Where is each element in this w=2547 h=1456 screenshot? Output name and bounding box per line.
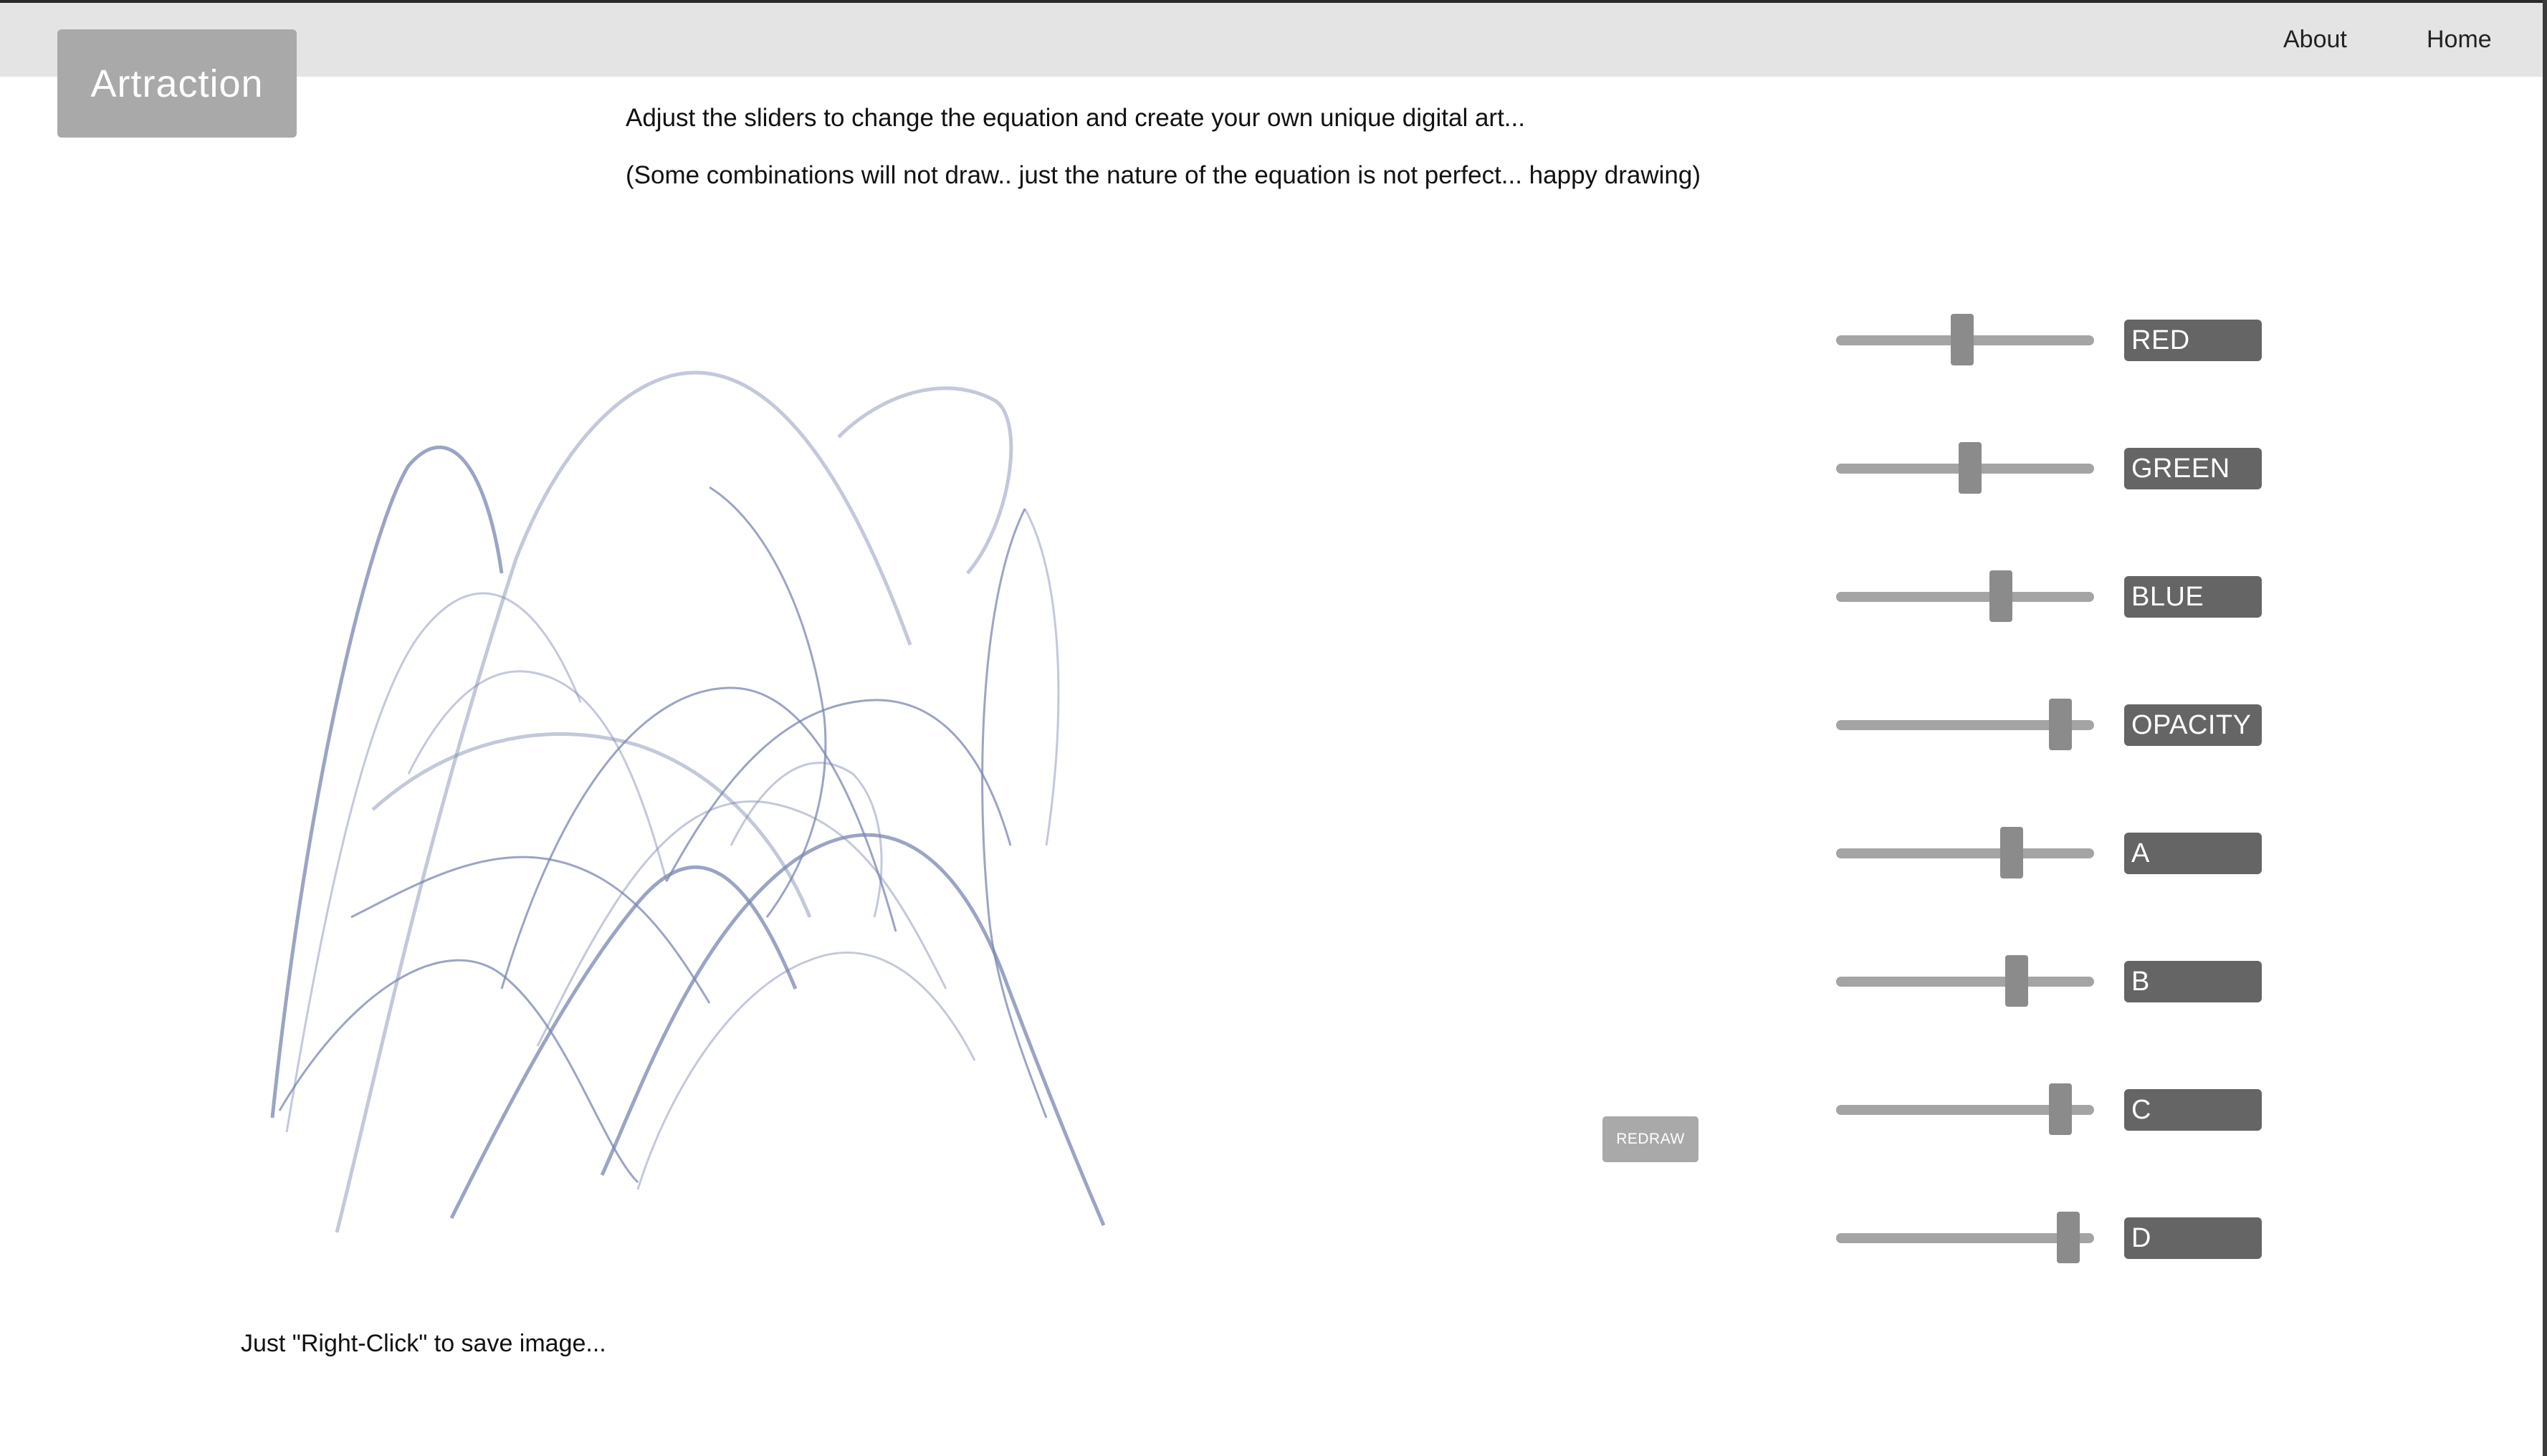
slider-thumb-opacity[interactable] <box>2049 699 2073 750</box>
window-edge <box>2543 0 2547 1456</box>
redraw-button[interactable]: REDRAW <box>1602 1116 1698 1162</box>
attractor-stroke <box>837 386 1013 575</box>
slider-thumb-d[interactable] <box>2057 1212 2080 1263</box>
slider-label-a: A <box>2124 833 2262 874</box>
slider-label-opacity: OPACITY <box>2124 704 2262 746</box>
attractor-stroke <box>730 762 883 918</box>
save-image-hint: Just "Right-Click" to save image... <box>241 1330 606 1357</box>
attractor-stroke <box>981 508 1048 1119</box>
slider-track-b[interactable] <box>1836 977 2094 987</box>
slider-row-a: A <box>1836 827 2266 878</box>
slider-row-d: D <box>1836 1212 2266 1263</box>
slider-track-blue[interactable] <box>1836 592 2094 602</box>
slider-row-red: RED <box>1836 314 2266 365</box>
slider-label-red: RED <box>2124 320 2262 361</box>
slider-label-green: GREEN <box>2124 448 2262 489</box>
intro-disclaimer: (Some combinations will not draw.. just … <box>626 161 1701 189</box>
slider-thumb-blue[interactable] <box>1989 570 2013 622</box>
nav-about-link[interactable]: About <box>2283 26 2347 54</box>
slider-label-d: D <box>2124 1217 2262 1259</box>
slider-row-blue: BLUE <box>1836 570 2266 622</box>
attractor-stroke <box>350 856 711 1004</box>
slider-row-green: GREEN <box>1836 442 2266 494</box>
slider-track-a[interactable] <box>1836 848 2094 858</box>
slider-thumb-green[interactable] <box>1959 442 1982 494</box>
slider-thumb-red[interactable] <box>1951 314 1974 365</box>
site-logo[interactable]: Artraction <box>57 29 297 138</box>
slider-label-b: B <box>2124 961 2262 1002</box>
slider-label-c: C <box>2124 1089 2262 1131</box>
attractor-artwork-canvas[interactable] <box>265 344 1118 1240</box>
slider-row-c: C <box>1836 1083 2266 1135</box>
slider-track-d[interactable] <box>1836 1233 2094 1243</box>
nav-home-link[interactable]: Home <box>2427 26 2492 54</box>
attractor-stroke <box>407 670 668 882</box>
attractor-stroke <box>278 959 639 1184</box>
slider-label-blue: BLUE <box>2124 576 2262 618</box>
slider-row-opacity: OPACITY <box>1836 699 2266 750</box>
intro-text: Adjust the sliders to change the equatio… <box>626 104 1525 132</box>
slider-thumb-b[interactable] <box>2005 955 2028 1007</box>
slider-row-b: B <box>1836 955 2266 1007</box>
attractor-stroke <box>335 370 912 1233</box>
slider-thumb-c[interactable] <box>2049 1083 2073 1135</box>
attractor-stroke <box>1023 508 1060 846</box>
attractor-stroke <box>600 833 1106 1226</box>
top-navigation-bar: About Home <box>0 0 2547 77</box>
slider-thumb-a[interactable] <box>1999 827 2023 878</box>
